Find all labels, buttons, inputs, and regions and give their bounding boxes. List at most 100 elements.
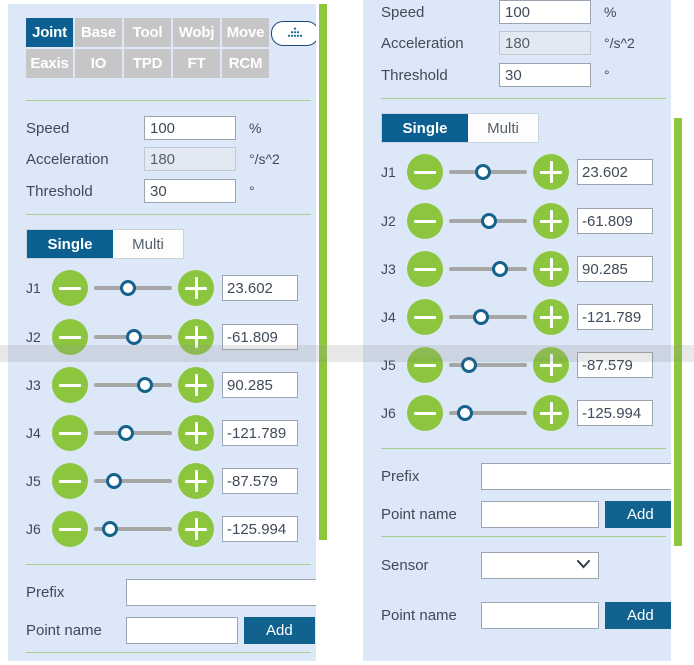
slider-j4[interactable] — [94, 415, 172, 451]
slider-j1-right[interactable] — [449, 154, 527, 190]
minus-icon-j4[interactable] — [52, 415, 88, 451]
speed-input[interactable] — [144, 116, 236, 140]
prefix-input[interactable] — [126, 578, 323, 606]
param-label-acceleration-right: Acceleration — [381, 34, 464, 52]
slider-knob-j4[interactable] — [117, 425, 134, 441]
left-panel-scroll-thumb[interactable] — [319, 4, 327, 540]
right-panel-scroll-thumb[interactable] — [674, 118, 682, 546]
sensor-row: Sensor — [381, 550, 599, 580]
joint-value-j5-right[interactable] — [577, 352, 653, 378]
right-panel-scrollbar[interactable] — [671, 0, 685, 665]
joint-value-j3[interactable] — [222, 372, 298, 398]
minus-icon-j6[interactable] — [52, 511, 88, 547]
tab-eaxis[interactable]: Eaxis — [26, 49, 73, 78]
slider-j6[interactable] — [94, 511, 172, 547]
keypad-dots-icon-button[interactable] — [271, 21, 319, 46]
plus-icon-j3[interactable] — [178, 367, 214, 403]
add-point-button-2[interactable]: Add — [605, 601, 676, 629]
minus-icon-j4-right[interactable] — [407, 299, 443, 335]
threshold-input-right[interactable] — [499, 63, 591, 87]
tab-ft[interactable]: FT — [173, 49, 220, 78]
tab-move[interactable]: Move — [222, 18, 269, 47]
plus-icon-j1[interactable] — [178, 270, 214, 306]
slider-j3-right[interactable] — [449, 251, 527, 287]
joint-value-j2-right[interactable] — [577, 208, 653, 234]
speed-input-right[interactable] — [499, 0, 591, 24]
slider-j6-right[interactable] — [449, 395, 527, 431]
point-name-input-2[interactable] — [481, 601, 599, 629]
tab-joint[interactable]: Joint — [26, 18, 73, 47]
tab-wobj[interactable]: Wobj — [173, 18, 220, 47]
slider-knob-j6[interactable] — [102, 521, 119, 537]
minus-icon-j5[interactable] — [52, 463, 88, 499]
threshold-input[interactable] — [144, 179, 236, 203]
slider-j2[interactable] — [94, 319, 172, 355]
point-name-label: Point name — [26, 621, 102, 639]
plus-icon-j6[interactable] — [178, 511, 214, 547]
slider-knob-j5-right[interactable] — [461, 357, 478, 373]
minus-icon-j6-right[interactable] — [407, 395, 443, 431]
slider-j3[interactable] — [94, 367, 172, 403]
minus-icon-j3-right[interactable] — [407, 251, 443, 287]
slider-j4-right[interactable] — [449, 299, 527, 335]
tab-tpd[interactable]: TPD — [124, 49, 171, 78]
joint-value-j3-right[interactable] — [577, 256, 653, 282]
slider-knob-j2-right[interactable] — [480, 213, 497, 229]
joint-value-j4[interactable] — [222, 420, 298, 446]
sensor-select[interactable] — [481, 551, 599, 579]
acceleration-input-right[interactable] — [499, 31, 591, 55]
tab-io[interactable]: IO — [75, 49, 122, 78]
plus-icon-j5-right[interactable] — [533, 347, 569, 383]
joint-value-j2[interactable] — [222, 324, 298, 350]
minus-icon-j2-right[interactable] — [407, 203, 443, 239]
minus-icon-j2[interactable] — [52, 319, 88, 355]
plus-icon-j5[interactable] — [178, 463, 214, 499]
joint-value-j6-right[interactable] — [577, 400, 653, 426]
joint-value-j5[interactable] — [222, 468, 298, 494]
slider-j2-right[interactable] — [449, 203, 527, 239]
slider-knob-j1-right[interactable] — [474, 164, 491, 180]
minus-icon-j1-right[interactable] — [407, 154, 443, 190]
tab-tool[interactable]: Tool — [124, 18, 171, 47]
slider-j5-right[interactable] — [449, 347, 527, 383]
plus-icon-j4-right[interactable] — [533, 299, 569, 335]
tab-rcm[interactable]: RCM — [222, 49, 269, 78]
prefix-input-right[interactable] — [481, 462, 681, 490]
plus-icon-j4[interactable] — [178, 415, 214, 451]
tab-single[interactable]: Single — [27, 230, 113, 258]
plus-icon-j1-right[interactable] — [533, 154, 569, 190]
joint-value-j1[interactable] — [222, 275, 298, 301]
minus-icon-j3[interactable] — [52, 367, 88, 403]
slider-knob-j3-right[interactable] — [492, 261, 509, 277]
acceleration-input[interactable] — [144, 147, 236, 171]
tab-multi[interactable]: Multi — [113, 230, 183, 258]
joint-value-j1-right[interactable] — [577, 159, 653, 185]
left-panel-scrollbar[interactable] — [316, 0, 330, 665]
plus-icon-j3-right[interactable] — [533, 251, 569, 287]
chevron-down-icon — [577, 559, 590, 568]
plus-icon-j2-right[interactable] — [533, 203, 569, 239]
slider-j1[interactable] — [94, 270, 172, 306]
slider-j5[interactable] — [94, 463, 172, 499]
slider-knob-j1[interactable] — [119, 280, 136, 296]
add-point-button-right[interactable]: Add — [605, 500, 676, 528]
point-name-input-right[interactable] — [481, 500, 599, 528]
point-name-input[interactable] — [126, 616, 238, 644]
slider-knob-j6-right[interactable] — [457, 405, 474, 421]
tab-multi-right[interactable]: Multi — [468, 114, 538, 142]
plus-icon-j6-right[interactable] — [533, 395, 569, 431]
joint-value-j4-right[interactable] — [577, 304, 653, 330]
tab-base-label: Base — [80, 24, 117, 41]
minus-icon-j5-right[interactable] — [407, 347, 443, 383]
joint-value-j6[interactable] — [222, 516, 298, 542]
add-point-button[interactable]: Add — [244, 616, 315, 644]
tab-single-right[interactable]: Single — [382, 114, 468, 142]
slider-knob-j3[interactable] — [137, 377, 154, 393]
tab-base[interactable]: Base — [75, 18, 122, 47]
slider-knob-j5[interactable] — [106, 473, 123, 489]
minus-icon-j1[interactable] — [52, 270, 88, 306]
slider-knob-j4-right[interactable] — [472, 309, 489, 325]
joint-label-j1-right: J1 — [381, 164, 396, 180]
slider-knob-j2[interactable] — [125, 329, 142, 345]
plus-icon-j2[interactable] — [178, 319, 214, 355]
